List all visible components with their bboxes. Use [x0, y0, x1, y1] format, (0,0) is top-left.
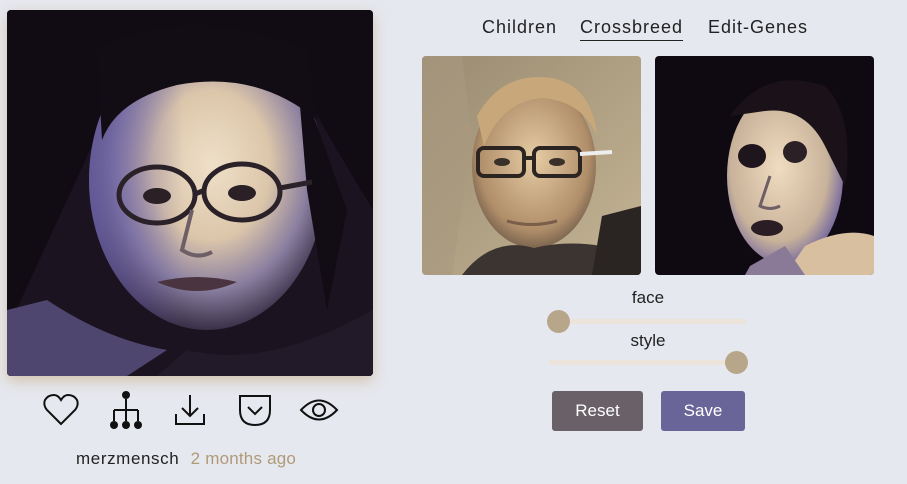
- tab-crossbreed[interactable]: Crossbreed: [580, 17, 684, 41]
- view-button[interactable]: [299, 388, 339, 432]
- face-label: face: [631, 288, 665, 307]
- reset-button[interactable]: Reset: [552, 391, 643, 431]
- main-portrait-art: [7, 10, 373, 376]
- heart-icon: [43, 393, 79, 426]
- action-bar: [0, 388, 380, 432]
- face-slider-thumb[interactable]: [547, 310, 571, 333]
- username-link[interactable]: merzmensch: [76, 449, 179, 468]
- chevron-box-icon: [239, 395, 271, 427]
- style-slider-track: [549, 360, 746, 365]
- save-button[interactable]: Save: [661, 391, 745, 431]
- style-slider[interactable]: [549, 351, 748, 375]
- parent-image-face[interactable]: [422, 56, 641, 275]
- main-portrait-image[interactable]: [7, 10, 373, 376]
- parent-image-style[interactable]: [655, 56, 874, 275]
- eye-icon: [299, 399, 339, 421]
- tab-children[interactable]: Children: [482, 17, 557, 38]
- family-tree-button[interactable]: [106, 388, 146, 432]
- style-label: style: [630, 331, 666, 350]
- parent-style-art: [655, 56, 874, 275]
- download-button[interactable]: [170, 388, 210, 432]
- like-button[interactable]: [41, 388, 81, 432]
- tab-edit-genes[interactable]: Edit-Genes: [708, 17, 808, 38]
- image-meta: merzmensch 2 months ago: [76, 449, 296, 469]
- style-slider-thumb[interactable]: [724, 351, 748, 374]
- family-tree-icon: [110, 391, 142, 429]
- pocket-button[interactable]: [235, 388, 275, 432]
- download-icon: [175, 395, 205, 425]
- face-slider-track: [549, 319, 746, 324]
- parent-face-art: [422, 56, 641, 275]
- tab-bar: Children Crossbreed Edit-Genes: [480, 17, 820, 45]
- timestamp: 2 months ago: [190, 449, 297, 468]
